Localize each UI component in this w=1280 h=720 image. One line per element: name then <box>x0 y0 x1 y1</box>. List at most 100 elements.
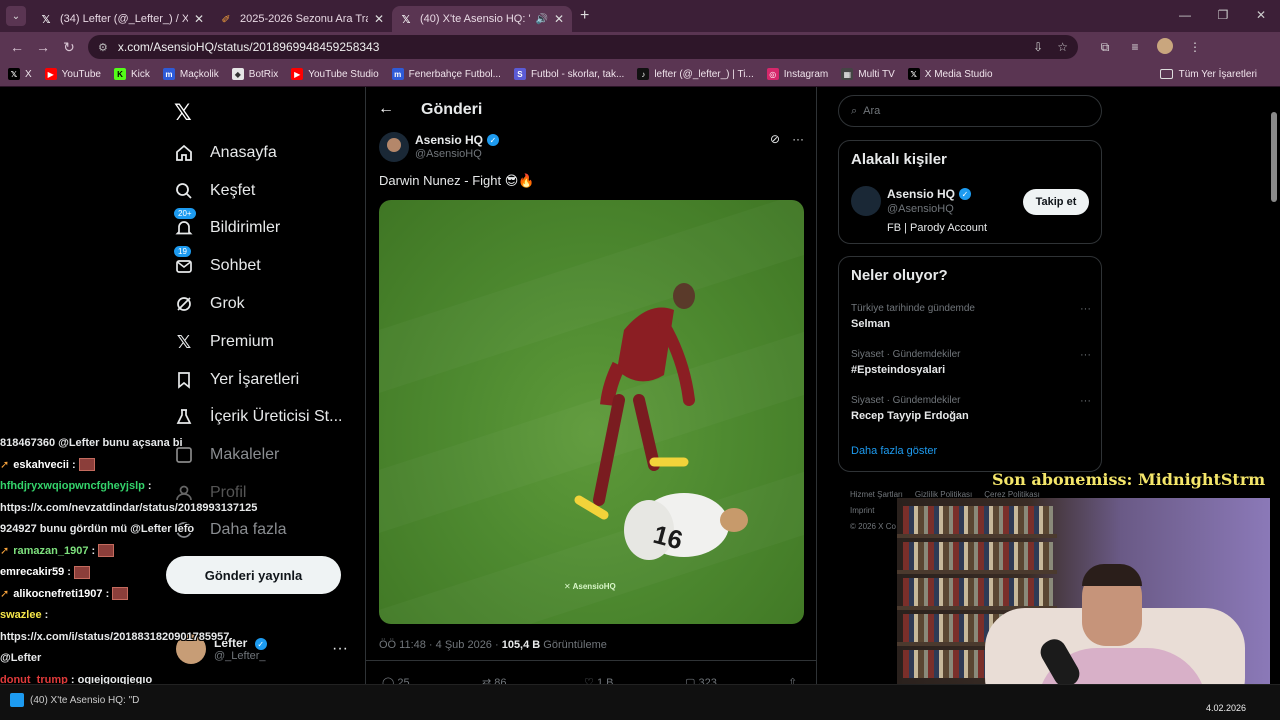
chat-message: https://x.com/i/status/20188318209017859… <box>0 630 230 643</box>
follow-button[interactable]: Takip et <box>1023 189 1089 215</box>
bookmark-youtube[interactable]: ▶ YouTube <box>44 68 101 80</box>
sidebar-item-label: Bildirimler <box>210 219 281 236</box>
browser-tab-active[interactable]: 𝕏 (40) X'te Asensio HQ: "Darv 🔊 ✕ <box>392 6 572 32</box>
avatar[interactable] <box>851 186 881 216</box>
chat-line: swazlee : <box>0 605 360 627</box>
more-dots-icon[interactable]: ··· <box>1080 349 1091 361</box>
x-logo-icon[interactable]: 𝕏 <box>174 100 192 126</box>
minimize-icon[interactable]: — <box>1166 0 1204 32</box>
footer-link[interactable]: Hizmet Şartları <box>850 490 903 499</box>
browser-tab-bar: ⌄ 𝕏 (34) Lefter (@_Lefter_) / X ✕ ✐ 2025… <box>0 0 1280 32</box>
related-handle: @AsensioHQ <box>887 203 954 215</box>
extensions-icon[interactable]: ⧉ <box>1090 40 1120 55</box>
tab-search-button[interactable]: ⌄ <box>6 6 26 26</box>
trend-name: #Epsteindosyalari <box>851 364 946 376</box>
card-title: Neler oluyor? <box>851 267 948 284</box>
footer-copyright: © 2026 X Co <box>850 522 896 531</box>
sidebar-item-notifications[interactable]: 20+ Bildirimler <box>174 208 281 238</box>
related-name-row[interactable]: Asensio HQ ✓ <box>887 187 972 201</box>
more-dots-icon[interactable]: ··· <box>1080 303 1091 315</box>
show-more-link[interactable]: Daha fazla göster <box>851 445 937 457</box>
trend-item[interactable]: Siyaset · Gündemdekiler #Epsteindosyalar… <box>851 349 1091 376</box>
tab-close-icon[interactable]: ✕ <box>554 12 564 26</box>
watermark: ✕ AsensioHQ <box>564 582 616 591</box>
search-input[interactable]: ⌕ Ara <box>838 95 1102 127</box>
browser-tab[interactable]: ✐ 2025-2026 Sezonu Ara Transfer ✕ <box>212 6 392 32</box>
mail-icon: 19 <box>174 246 194 276</box>
tab-close-icon[interactable]: ✕ <box>374 12 384 26</box>
author-name-row[interactable]: Asensio HQ ✓ <box>415 133 500 147</box>
sidebar-item-explore[interactable]: Keşfet <box>174 181 255 201</box>
bookmark-x[interactable]: 𝕏X <box>8 68 32 80</box>
windows-icon <box>10 693 24 707</box>
browser-tab[interactable]: 𝕏 (34) Lefter (@_Lefter_) / X ✕ <box>32 6 212 32</box>
sidebar-item-grok[interactable]: Grok <box>174 294 245 314</box>
bookmark-mackolik[interactable]: m Maçkolik <box>162 68 219 80</box>
sidebar-item-bookmarks[interactable]: Yer İşaretleri <box>174 370 299 390</box>
back-arrow-icon[interactable]: ← <box>378 100 394 118</box>
restore-icon[interactable]: ❐ <box>1204 0 1242 32</box>
sidebar-item-chat[interactable]: 19 Sohbet <box>174 246 261 276</box>
search-icon <box>174 181 194 201</box>
footer-link[interactable]: Imprint <box>850 506 874 515</box>
sidebar-item-home[interactable]: Anasayfa <box>174 143 277 163</box>
bookmark-fenerbahce[interactable]: m Fenerbahçe Futbol... <box>391 68 501 80</box>
bookmark-botrix[interactable]: ◆ BotRix <box>231 68 278 80</box>
more-dots-icon[interactable]: ··· <box>1080 395 1091 407</box>
install-app-icon[interactable]: ⇩ <box>1033 40 1043 54</box>
bookmark-x-media-studio[interactable]: 𝕏X Media Studio <box>907 68 993 80</box>
trend-item[interactable]: Siyaset · Gündemdekiler Recep Tayyip Erd… <box>851 395 1091 422</box>
post-video[interactable]: 16 ✕ AsensioHQ <box>379 200 804 624</box>
speaker-icon[interactable]: 🔊 <box>535 14 547 25</box>
chat-username: alikocnefreti1907 <box>13 587 103 600</box>
folder-icon <box>1159 69 1173 79</box>
more-dots-icon[interactable]: ··· <box>792 132 804 146</box>
scrollbar-thumb[interactable] <box>1271 112 1277 202</box>
bookmark-star-icon[interactable]: ☆ <box>1057 40 1068 54</box>
sidebar-item-label: Premium <box>210 333 275 350</box>
bookmark-youtube-studio[interactable]: ▶ YouTube Studio <box>291 68 379 80</box>
mackolik-icon: m <box>162 68 175 80</box>
view-count: 105,4 B <box>501 639 541 651</box>
trends-card: Neler oluyor? Türkiye tarihinde gündemde… <box>838 256 1102 472</box>
reload-icon[interactable]: ↻ <box>56 39 82 56</box>
kick-icon: K <box>113 68 126 80</box>
trend-name: Selman <box>851 318 891 330</box>
sidebar-item-premium[interactable]: 𝕏 Premium <box>174 332 274 352</box>
bookmark-multitv[interactable]: ▦ Multi TV <box>841 68 895 80</box>
chat-line: ➚ ramazan_1907 : <box>0 541 360 563</box>
trend-item[interactable]: Türkiye tarihinde gündemde Selman ··· <box>851 303 1091 330</box>
menu-kebab-icon[interactable]: ⋮ <box>1180 40 1210 54</box>
address-bar-row: ← → ↻ ⚙ x.com/AsensioHQ/status/201896994… <box>0 32 1280 62</box>
chat-line: ➚ alikocnefreti1907 : <box>0 584 360 606</box>
site-info-icon[interactable]: ⚙ <box>98 41 108 54</box>
multitv-icon: ▦ <box>841 68 854 80</box>
back-icon[interactable]: ← <box>4 39 30 55</box>
grok-icon[interactable]: ⊘ <box>770 132 780 146</box>
author-handle[interactable]: @AsensioHQ <box>415 148 482 160</box>
page-scrollbar[interactable] <box>1270 92 1278 682</box>
bookmark-kick[interactable]: K Kick <box>113 68 150 80</box>
chat-line: @Lefter <box>0 648 360 670</box>
x-icon: 𝕏 <box>907 68 920 80</box>
tab-close-icon[interactable]: ✕ <box>194 12 204 26</box>
bookmark-tiktok[interactable]: ♪ lefter (@_lefter_) | Ti... <box>637 68 754 80</box>
bookmark-instagram[interactable]: ◎ Instagram <box>766 68 828 80</box>
sidebar-item-creator-studio[interactable]: İçerik Üreticisi St... <box>174 407 342 427</box>
chat-line: hfhdjryxwqiopwncfgheyjslp : <box>0 476 360 498</box>
close-window-icon[interactable]: ✕ <box>1242 0 1280 32</box>
author-avatar[interactable] <box>379 132 409 162</box>
forward-icon[interactable]: → <box>30 39 56 55</box>
related-bio: FB | Parody Account <box>887 222 988 234</box>
new-tab-button[interactable]: + <box>580 7 589 25</box>
url-input[interactable]: ⚙ x.com/AsensioHQ/status/201896994845925… <box>88 35 1078 59</box>
views-label: Görüntüleme <box>540 639 607 651</box>
profile-avatar[interactable] <box>1150 37 1180 57</box>
taskbar-window-button[interactable]: (40) X'te Asensio HQ: "D <box>10 693 139 707</box>
grok-icon <box>174 294 194 314</box>
bookmark-futbol[interactable]: S Futbol - skorlar, tak... <box>513 68 624 80</box>
tab-title: 2025-2026 Sezonu Ara Transfer <box>240 13 368 25</box>
home-icon <box>174 143 194 163</box>
media-control-icon[interactable]: ≡ <box>1120 40 1150 54</box>
all-bookmarks-button[interactable]: Tüm Yer İşaretleri <box>1159 69 1257 80</box>
